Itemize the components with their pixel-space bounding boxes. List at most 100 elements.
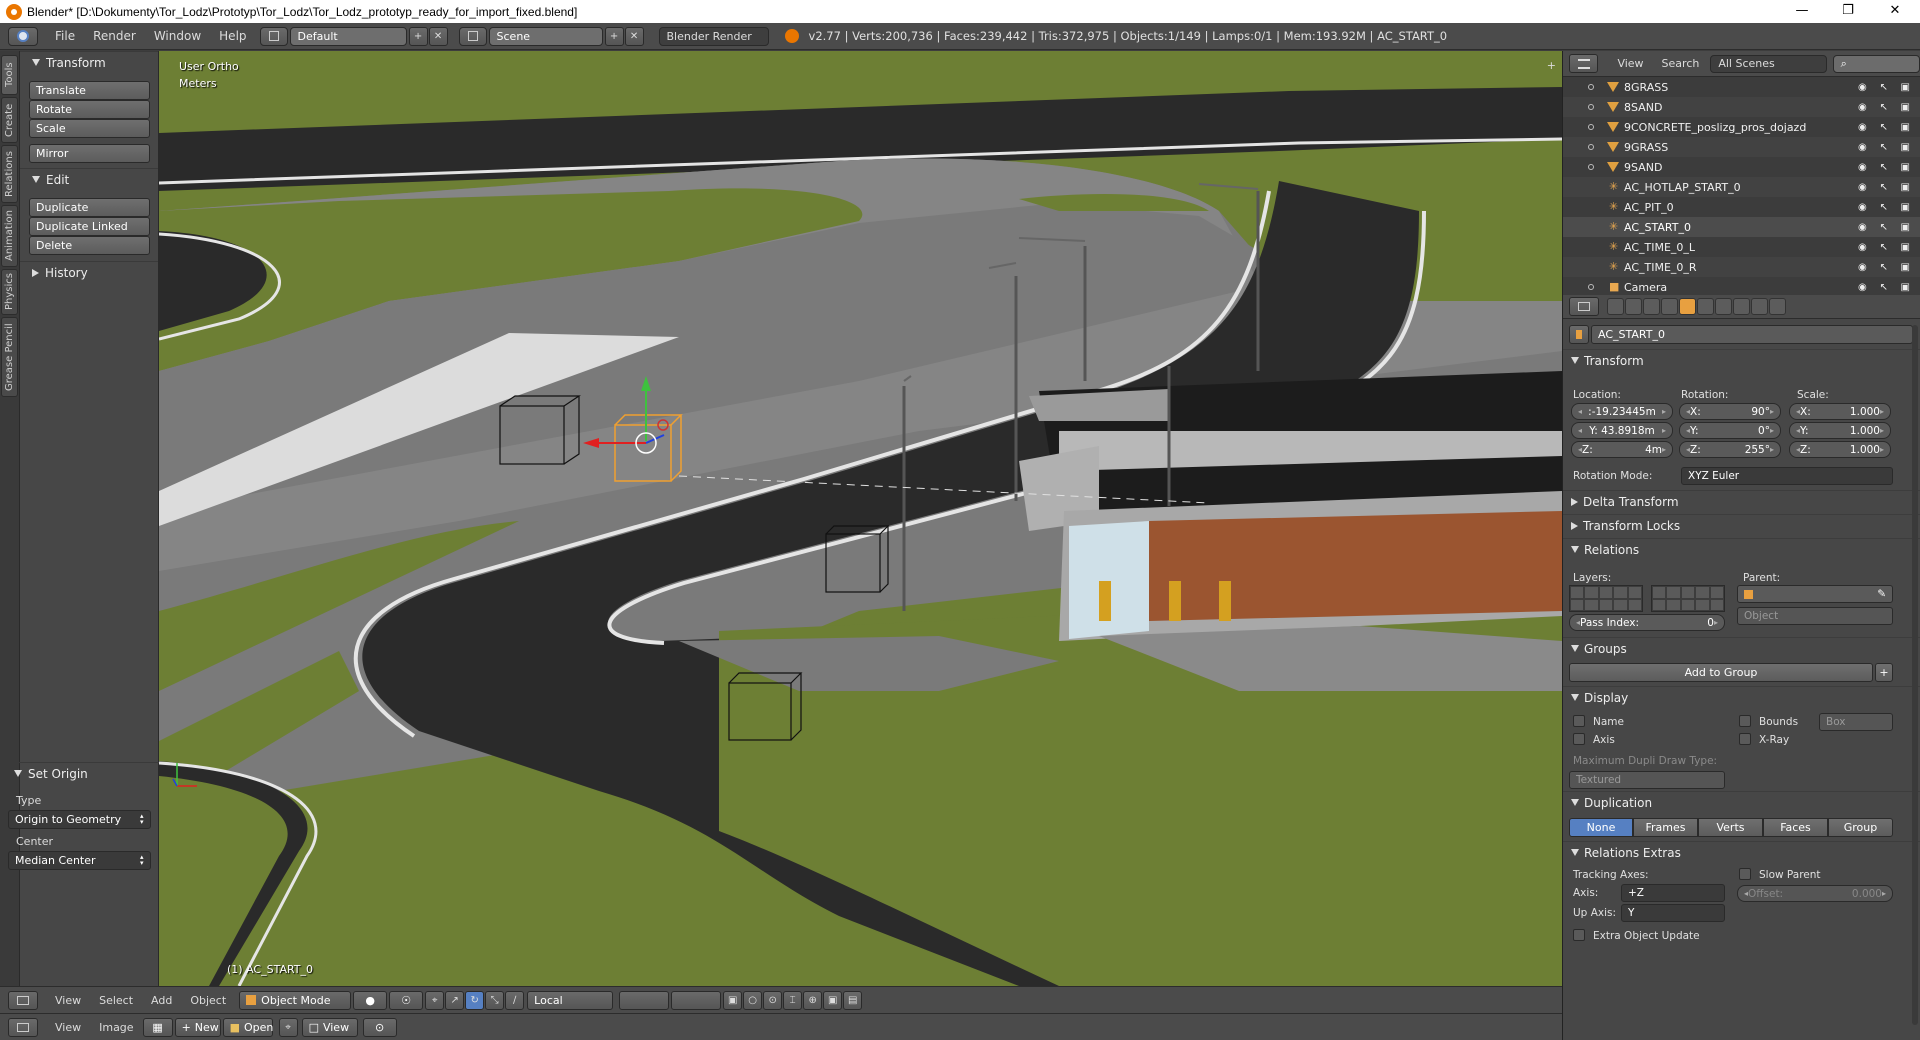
layers-grid-b[interactable]: [671, 990, 722, 1010]
visibility-icons[interactable]: ◉ ↖ ▣: [1858, 102, 1910, 113]
object-name[interactable]: 8GRASS: [1624, 81, 1668, 94]
outliner-row-selected[interactable]: ✳ AC_START_0 ◉ ↖ ▣: [1563, 217, 1920, 237]
tab-tools[interactable]: Tools: [1, 55, 18, 95]
outliner-row[interactable]: ■ Camera ◉ ↖ ▣: [1563, 277, 1920, 297]
expand-icon[interactable]: [1588, 104, 1594, 110]
max-dupli-select[interactable]: Textured: [1569, 771, 1725, 789]
constraints-tab-icon[interactable]: [1697, 298, 1714, 315]
scale-y-field[interactable]: ◂ Y: 1.000 ▸: [1789, 422, 1891, 439]
editor-type-button[interactable]: [8, 990, 38, 1010]
render-tab-icon[interactable]: [1607, 298, 1624, 315]
location-x-field[interactable]: ◂:-19.23445m ▸: [1571, 403, 1673, 420]
rotate-manipulator-icon[interactable]: ↻: [465, 990, 485, 1010]
origin-type-select[interactable]: Origin to Geometry: [8, 810, 151, 829]
transform-locks-panel-header[interactable]: Transform Locks: [1563, 514, 1920, 536]
new-image-button[interactable]: + New: [174, 1017, 221, 1037]
screen-layout-icon[interactable]: [259, 26, 288, 46]
location-z-field[interactable]: ◂ Z: 4m ▸: [1571, 441, 1673, 458]
modifiers-tab-icon[interactable]: [1715, 298, 1732, 315]
object-name[interactable]: 9SAND: [1624, 161, 1662, 174]
outliner-search-input[interactable]: ⌕: [1832, 54, 1920, 73]
scene-field[interactable]: Scene: [488, 26, 603, 46]
menu-select[interactable]: Select: [90, 994, 142, 1007]
render-icon[interactable]: ▣: [823, 990, 843, 1010]
outliner-row[interactable]: ✳ AC_HOTLAP_START_0 ◉ ↖ ▣: [1563, 177, 1920, 197]
tab-animation[interactable]: Animation: [1, 205, 18, 267]
properties-scrollbar[interactable]: [1912, 325, 1918, 1025]
outliner-row[interactable]: 9GRASS ◉ ↖ ▣: [1563, 137, 1920, 157]
world-tab-icon[interactable]: [1661, 298, 1678, 315]
menu-add[interactable]: Add: [142, 994, 181, 1007]
screen-layout-field[interactable]: Default: [289, 26, 407, 46]
close-button[interactable]: ✕: [1872, 0, 1918, 23]
object-name[interactable]: AC_TIME_0_L: [1624, 241, 1695, 254]
pin-icon[interactable]: ⌖: [278, 1017, 298, 1037]
translate-button[interactable]: Translate: [29, 81, 150, 100]
viewport-expand-icon[interactable]: +: [1547, 59, 1556, 72]
visibility-icons[interactable]: ◉ ↖ ▣: [1858, 142, 1910, 153]
dupli-none-button[interactable]: None: [1569, 818, 1633, 837]
parent-field[interactable]: ✎: [1737, 585, 1893, 603]
visibility-icons[interactable]: ◉ ↖ ▣: [1858, 202, 1910, 213]
menu-file[interactable]: File: [46, 29, 84, 43]
name-checkbox[interactable]: [1573, 715, 1585, 727]
panel-set-origin-header[interactable]: Set Origin: [0, 762, 159, 784]
menu-object[interactable]: Object: [181, 994, 235, 1007]
visibility-icons[interactable]: ◉ ↖ ▣: [1858, 222, 1910, 233]
editor-type-button[interactable]: [1569, 54, 1599, 73]
remove-scene-icon[interactable]: ✕: [624, 26, 644, 46]
open-image-button[interactable]: ■ Open: [222, 1017, 273, 1037]
object-name[interactable]: AC_START_0: [1624, 221, 1691, 234]
delete-button[interactable]: Delete: [29, 236, 150, 255]
add-group-plus-icon[interactable]: +: [1875, 663, 1893, 682]
expand-icon[interactable]: [1588, 124, 1594, 130]
object-name[interactable]: 8SAND: [1624, 101, 1662, 114]
eyedropper-icon[interactable]: ✎: [1877, 588, 1886, 600]
transform-panel-header[interactable]: Transform: [1563, 349, 1920, 371]
bounds-type-select[interactable]: Box: [1819, 713, 1893, 731]
layers-grid-a[interactable]: [619, 990, 670, 1010]
extra-update-checkbox[interactable]: [1573, 929, 1585, 941]
tab-physics[interactable]: Physics: [1, 269, 18, 315]
translate-manipulator-icon[interactable]: ↗: [445, 990, 465, 1010]
expand-icon[interactable]: [1588, 164, 1594, 170]
rotate-button[interactable]: Rotate: [29, 100, 150, 119]
snap-icon[interactable]: ⊙: [763, 990, 783, 1010]
delta-transform-panel-header[interactable]: Delta Transform: [1563, 490, 1920, 512]
rotation-mode-select[interactable]: XYZ Euler: [1681, 467, 1893, 485]
orientation-select[interactable]: Local: [527, 990, 614, 1010]
display-panel-header[interactable]: Display: [1563, 686, 1920, 708]
slow-parent-checkbox[interactable]: [1739, 868, 1751, 880]
bounds-checkbox[interactable]: [1739, 715, 1751, 727]
visibility-icons[interactable]: ◉ ↖ ▣: [1858, 242, 1910, 253]
expand-icon[interactable]: [1588, 284, 1594, 290]
xray-checkbox[interactable]: [1739, 733, 1751, 745]
render-engine-select[interactable]: Blender Render: [658, 26, 769, 46]
proportional-edit-icon[interactable]: ○: [743, 990, 763, 1010]
mode-select[interactable]: Object Mode: [239, 990, 352, 1010]
snap-element-icon[interactable]: ⌶: [783, 990, 803, 1010]
panel-history-header[interactable]: History: [20, 261, 158, 283]
mirror-button[interactable]: Mirror: [29, 144, 150, 163]
object-tab-icon[interactable]: [1679, 298, 1696, 315]
panel-edit-header[interactable]: Edit: [20, 168, 158, 190]
tab-relations[interactable]: Relations: [1, 145, 18, 203]
manipulator-toggle-icon[interactable]: ⌖: [425, 990, 445, 1010]
image-browse-icon[interactable]: ▦: [142, 1017, 173, 1037]
object-name-field[interactable]: AC_START_0: [1591, 325, 1913, 344]
object-name[interactable]: Camera: [1624, 281, 1667, 294]
editor-type-button[interactable]: [8, 1017, 38, 1037]
data-tab-icon[interactable]: [1733, 298, 1750, 315]
editor-type-button[interactable]: [8, 26, 38, 46]
render-animation-icon[interactable]: ▤: [843, 990, 863, 1010]
pivot-select[interactable]: ⊙: [362, 1017, 397, 1037]
up-axis-select[interactable]: Y: [1621, 904, 1725, 922]
restore-button[interactable]: ❐: [1825, 0, 1871, 23]
view-mode-select[interactable]: □ View: [301, 1017, 358, 1037]
object-name[interactable]: AC_HOTLAP_START_0: [1624, 181, 1741, 194]
menu-view[interactable]: View: [1608, 57, 1652, 70]
editor-type-button[interactable]: [1569, 297, 1599, 316]
dupli-faces-button[interactable]: Faces: [1763, 818, 1828, 837]
outliner-row[interactable]: 8GRASS ◉ ↖ ▣: [1563, 77, 1920, 97]
scene-icon[interactable]: [458, 26, 487, 46]
